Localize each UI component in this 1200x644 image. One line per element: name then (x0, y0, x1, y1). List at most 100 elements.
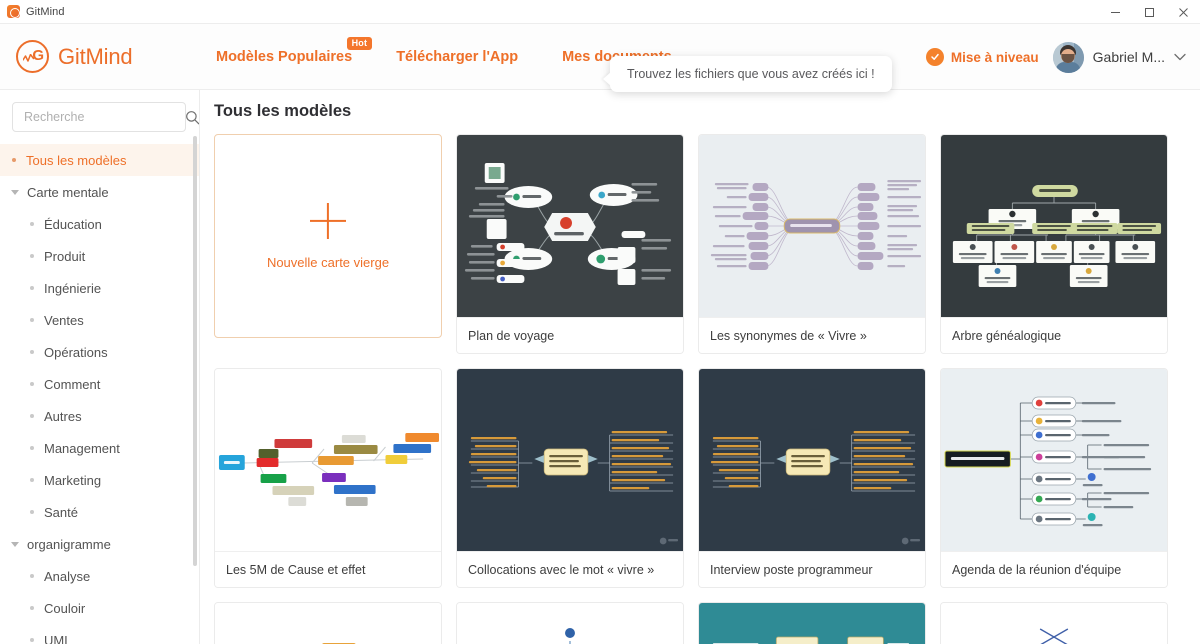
titlebar-app-identity: GitMind (0, 5, 65, 18)
sidebar-item-all-templates[interactable]: Tous les modèles (0, 144, 199, 176)
search-box[interactable] (12, 102, 199, 132)
nav-item-download-app[interactable]: Télécharger l'App (374, 49, 540, 65)
maximize-button[interactable] (1132, 0, 1166, 24)
bullet-icon (30, 254, 34, 258)
bullet-icon (30, 318, 34, 322)
template-card[interactable] (456, 602, 684, 644)
template-card[interactable] (698, 602, 926, 644)
sidebar-scrollbar[interactable] (193, 136, 197, 566)
template-card[interactable]: Les 5M de Cause et effet (214, 368, 442, 588)
template-thumbnail (457, 369, 683, 551)
sidebar-item-label: Opérations (44, 344, 108, 360)
sidebar-item-swimlane[interactable]: Couloir (0, 592, 199, 624)
brand-logo[interactable]: G GitMind (0, 40, 194, 73)
sidebar-item-others[interactable]: Autres (0, 400, 199, 432)
template-thumbnail (941, 369, 1167, 551)
sidebar-item-engineering[interactable]: Ingénierie (0, 272, 199, 304)
template-thumbnail (215, 369, 441, 551)
minimize-button[interactable] (1098, 0, 1132, 24)
sidebar-item-label: Marketing (44, 472, 102, 488)
sidebar-item-label: Éducation (44, 216, 102, 232)
chevron-down-icon (1174, 53, 1186, 61)
sidebar-item-label: Ventes (44, 312, 84, 328)
main-content: Tous les modèles Nouvelle carte vierge P… (200, 90, 1200, 644)
sidebar-item-comment[interactable]: Comment (0, 368, 199, 400)
template-thumbnail (941, 603, 1167, 644)
sidebar-item-label: Couloir (44, 600, 86, 616)
nav-item-popular-templates[interactable]: Modèles Populaires Hot (194, 36, 374, 65)
upgrade-label: Mise à niveau (950, 49, 1039, 65)
template-label: Agenda de la réunion d'équipe (941, 551, 1167, 587)
template-thumbnail (457, 603, 683, 644)
bullet-icon (30, 510, 34, 514)
user-menu[interactable]: Gabriel M... (1052, 41, 1186, 73)
window-controls (1098, 0, 1200, 24)
sidebar-item-label: Produit (44, 248, 86, 264)
sidebar-item-label: Carte mentale (27, 184, 109, 200)
bullet-icon (30, 638, 34, 642)
template-label: Plan de voyage (457, 317, 683, 353)
sidebar-item-label: Autres (44, 408, 82, 424)
hot-badge: Hot (346, 36, 373, 50)
template-card[interactable] (940, 602, 1168, 644)
sidebar-item-sales[interactable]: Ventes (0, 304, 199, 336)
sidebar-item-label: Comment (44, 376, 101, 392)
sidebar-item-management[interactable]: Management (0, 432, 199, 464)
sidebar-item-product[interactable]: Produit (0, 240, 199, 272)
template-card[interactable]: Arbre généalogique (940, 134, 1168, 354)
sidebar-nav-list: Tous les modèles Carte mentale Éducation… (0, 142, 199, 644)
gitmind-logo-icon: G (16, 40, 49, 73)
header-right-cluster: Mise à niveau Gabriel M... (925, 24, 1186, 90)
bullet-icon (30, 222, 34, 226)
new-blank-map-card[interactable]: Nouvelle carte vierge (214, 134, 442, 338)
sidebar-item-label: Ingénierie (44, 280, 102, 296)
template-thumbnail (699, 135, 925, 317)
brand-name: GitMind (58, 43, 133, 69)
template-card[interactable]: Les synonymes de « Vivre » (698, 134, 926, 354)
template-card[interactable]: Interview poste programmeur (698, 368, 926, 588)
template-thumbnail (699, 603, 925, 644)
bullet-icon (30, 606, 34, 610)
window-title: GitMind (26, 5, 65, 18)
chevron-down-icon (11, 541, 19, 547)
sidebar-item-operations[interactable]: Opérations (0, 336, 199, 368)
template-card[interactable]: Plan de voyage (456, 134, 684, 354)
bullet-icon (30, 382, 34, 386)
sidebar-item-label: Management (44, 440, 120, 456)
sidebar-item-label: UML (44, 632, 72, 644)
nav-label: Modèles Populaires (216, 48, 353, 65)
chevron-down-icon (11, 189, 19, 195)
template-thumbnail (215, 603, 441, 644)
bullet-icon (30, 574, 34, 578)
template-thumbnail (941, 135, 1167, 317)
template-thumbnail (457, 135, 683, 317)
search-icon[interactable] (185, 110, 199, 125)
sidebar-group-mind-map[interactable]: Carte mentale (0, 176, 199, 208)
sidebar-item-label: Analyse (44, 568, 91, 584)
sidebar-item-label: Santé (44, 504, 78, 520)
bullet-icon (30, 414, 34, 418)
nav-label: Télécharger l'App (396, 48, 519, 65)
close-button[interactable] (1166, 0, 1200, 24)
template-card[interactable]: Agenda de la réunion d'équipe (940, 368, 1168, 588)
sidebar: Tous les modèles Carte mentale Éducation… (0, 90, 200, 644)
sidebar-item-marketing[interactable]: Marketing (0, 464, 199, 496)
bullet-icon (30, 350, 34, 354)
search-container (0, 90, 199, 142)
upgrade-icon (925, 48, 944, 66)
template-grid: Nouvelle carte vierge Plan de voyage Les… (214, 134, 1200, 644)
sidebar-item-education[interactable]: Éducation (0, 208, 199, 240)
upgrade-button[interactable]: Mise à niveau (925, 48, 1039, 66)
template-card[interactable] (214, 602, 442, 644)
app-logo-icon (7, 5, 20, 18)
sidebar-item-health[interactable]: Santé (0, 496, 199, 528)
search-input[interactable] (24, 110, 185, 124)
sidebar-item-analysis[interactable]: Analyse (0, 560, 199, 592)
template-card[interactable]: Collocations avec le mot « vivre » (456, 368, 684, 588)
bullet-icon (30, 478, 34, 482)
new-blank-map-label: Nouvelle carte vierge (266, 254, 390, 270)
template-label: Les 5M de Cause et effet (215, 551, 441, 587)
sidebar-item-uml[interactable]: UML (0, 624, 199, 644)
template-thumbnail (699, 369, 925, 551)
sidebar-group-org-chart[interactable]: organigramme (0, 528, 199, 560)
